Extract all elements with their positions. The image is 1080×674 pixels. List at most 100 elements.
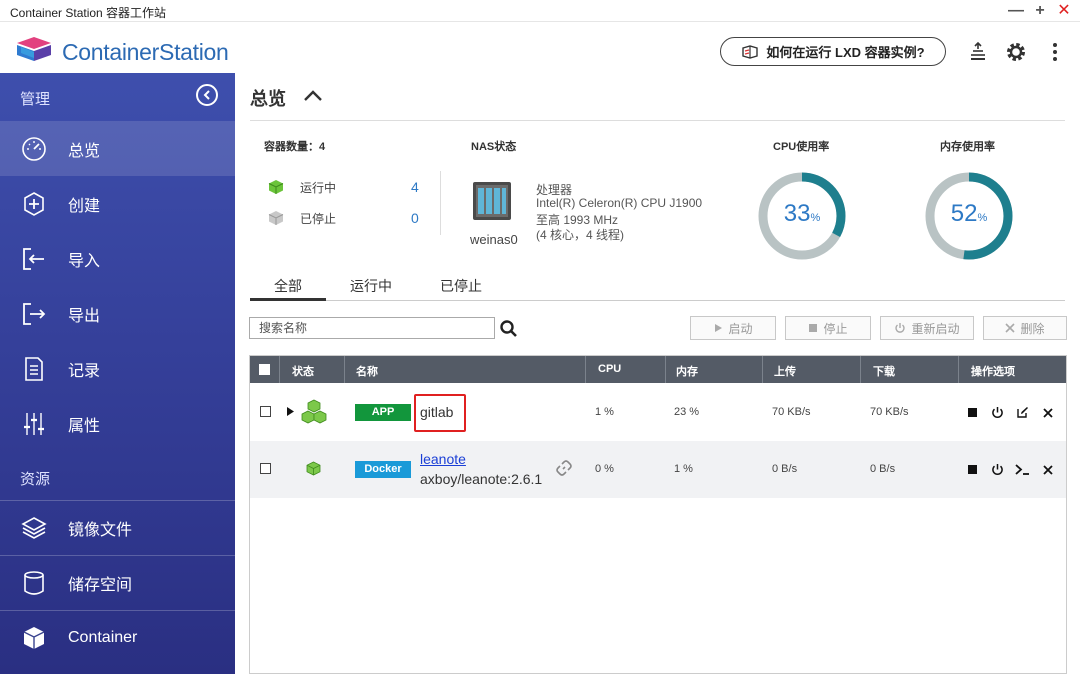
header-separator <box>344 356 345 383</box>
restart-container-button[interactable] <box>990 405 1005 420</box>
sidebar-item-images[interactable]: 镜像文件 <box>0 500 235 555</box>
stop-label: 停止 <box>823 321 848 336</box>
close-icon <box>1005 323 1016 333</box>
search-input[interactable] <box>249 317 495 339</box>
lxd-help-label: 如何在运行 LXD 容器实例? <box>766 45 925 60</box>
chevron-up-icon[interactable] <box>302 86 324 106</box>
processor-cores: (4 核心，4 线程) <box>536 228 625 242</box>
stop-button[interactable]: 停止 <box>785 316 871 340</box>
stop-icon <box>809 324 818 332</box>
search-icon[interactable] <box>499 319 519 339</box>
docker-type-badge: Docker <box>355 461 411 478</box>
header-upload: 上传 <box>774 366 796 378</box>
gear-icon[interactable] <box>1004 40 1028 64</box>
cpu-usage-value: 33% <box>756 200 848 228</box>
nas-device-icon <box>473 182 511 220</box>
sidebar-item-storage[interactable]: 储存空间 <box>0 555 235 610</box>
processor-model: Intel(R) Celeron(R) CPU J1900 <box>536 196 703 210</box>
cpu-value: 1 % <box>595 406 614 418</box>
sidebar: 管理 总览 创建 导入 导出 记录 属性 资源 镜像文件 储存空间 Contai… <box>0 73 235 674</box>
container-name-link[interactable]: leanote <box>420 451 466 467</box>
sidebar-item-label: 导入 <box>68 252 101 270</box>
header-separator <box>860 356 861 383</box>
plus-circle-icon <box>21 191 47 217</box>
main-content: 总览 容器数量：4 运行中 4 已停止 0 NAS状态 weinas0 处理器 … <box>235 73 1080 674</box>
sidebar-item-import[interactable]: 导入 <box>0 231 235 286</box>
running-count: 4 <box>411 179 419 195</box>
sidebar-item-label: 储存空间 <box>68 576 133 594</box>
sidebar-item-label: Container <box>68 628 138 646</box>
header-status: 状态 <box>292 366 314 378</box>
row-checkbox[interactable] <box>260 463 271 474</box>
layers-icon <box>21 515 47 541</box>
memory-value: 23 % <box>674 406 700 418</box>
remove-container-button[interactable] <box>1040 405 1055 420</box>
header-memory: 内存 <box>676 366 698 378</box>
row-checkbox[interactable] <box>260 406 271 417</box>
restart-container-button[interactable] <box>990 462 1005 477</box>
memory-usage-value: 52% <box>923 200 1015 228</box>
terminal-button[interactable] <box>1015 462 1030 477</box>
sidebar-item-overview[interactable]: 总览 <box>0 121 235 176</box>
tab-stopped[interactable]: 已停止 <box>425 276 497 296</box>
delete-button[interactable]: 删除 <box>983 316 1067 340</box>
app-logo-text: ContainerStation <box>62 39 229 65</box>
sidebar-item-properties[interactable]: 属性 <box>0 396 235 451</box>
header-separator <box>958 356 959 383</box>
lxd-help-button[interactable]: 如何在运行 LXD 容器实例? <box>720 37 946 66</box>
sidebar-item-export[interactable]: 导出 <box>0 286 235 341</box>
app-type-badge: APP <box>355 404 411 421</box>
stop-container-button[interactable] <box>965 462 980 477</box>
nas-name: weinas0 <box>470 232 518 247</box>
sidebar-item-logs[interactable]: 记录 <box>0 341 235 396</box>
header-separator <box>585 356 586 383</box>
table-header: 状态 名称 CPU 内存 上传 下载 操作选项 <box>250 356 1066 383</box>
stop-icon <box>968 408 977 417</box>
tabs-underline <box>250 300 1065 301</box>
link-icon[interactable] <box>555 459 573 477</box>
delete-label: 删除 <box>1020 321 1045 336</box>
close-window-button[interactable]: ✕ <box>1054 1 1074 21</box>
more-icon[interactable] <box>1043 40 1067 64</box>
cube-icon <box>21 625 47 651</box>
download-value: 70 KB/s <box>870 406 909 418</box>
sidebar-item-container[interactable]: Container <box>0 610 235 665</box>
cpu-usage-number: 33 <box>783 200 811 227</box>
upload-value: 70 KB/s <box>772 406 811 418</box>
start-label: 启动 <box>728 321 753 336</box>
restart-button[interactable]: 重新启动 <box>880 316 974 340</box>
import-icon <box>21 246 47 272</box>
running-count-row: 运行中 4 <box>268 177 419 197</box>
expand-triangle-icon[interactable] <box>286 406 295 417</box>
sidebar-item-create[interactable]: 创建 <box>0 176 235 231</box>
page-title: 总览 <box>250 89 286 109</box>
remove-container-button[interactable] <box>1040 462 1055 477</box>
tab-all[interactable]: 全部 <box>250 276 326 296</box>
row-operations <box>965 462 1055 477</box>
tab-running[interactable]: 运行中 <box>335 276 407 296</box>
dashboard-icon <box>21 136 47 162</box>
running-label: 运行中 <box>300 180 337 195</box>
stop-container-button[interactable] <box>965 405 980 420</box>
minimize-button[interactable]: — <box>1006 1 1026 21</box>
sidebar-section-resources: 资源 <box>20 471 51 488</box>
section-divider <box>250 120 1065 121</box>
container-image: axboy/leanote:2.6.1 <box>420 471 543 487</box>
sliders-icon <box>21 411 47 437</box>
cpu-usage-unit: % <box>810 212 821 224</box>
memory-value: 1 % <box>674 463 693 475</box>
install-icon[interactable] <box>966 40 990 64</box>
select-all-checkbox[interactable] <box>259 364 270 375</box>
upload-value: 0 B/s <box>772 463 798 475</box>
play-icon <box>715 324 723 332</box>
app-header: ContainerStation 如何在运行 LXD 容器实例? <box>0 22 1080 73</box>
sidebar-item-label: 镜像文件 <box>68 521 133 539</box>
window-titlebar: Container Station 容器工作站 — + ✕ <box>0 0 1080 22</box>
edit-container-button[interactable] <box>1015 405 1030 420</box>
start-button[interactable]: 启动 <box>690 316 776 340</box>
collapse-sidebar-button[interactable] <box>196 84 218 106</box>
memory-usage-label: 内存使用率 <box>940 141 995 153</box>
maximize-button[interactable]: + <box>1030 1 1050 21</box>
stopped-count: 0 <box>411 210 419 226</box>
window-title: Container Station 容器工作站 <box>10 6 167 20</box>
